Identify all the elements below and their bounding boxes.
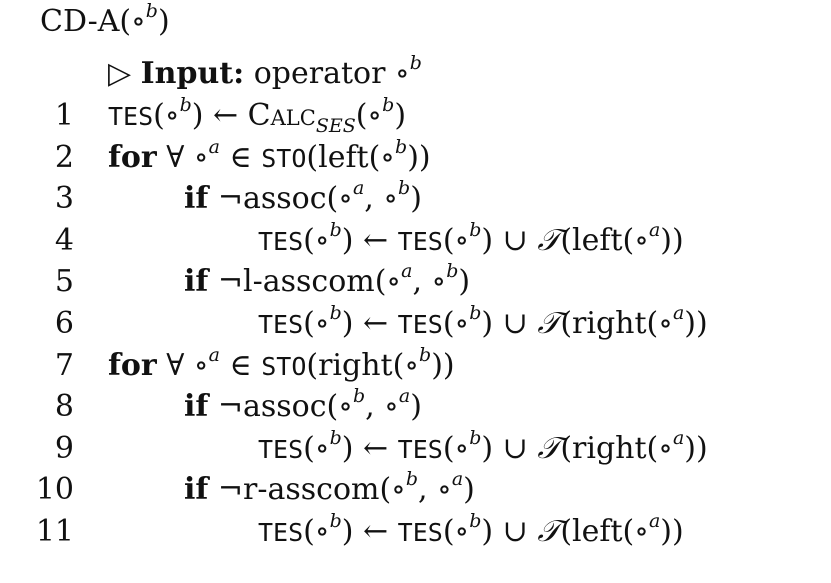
line-number: 7: [54, 348, 74, 383]
algo-line-6: 6 TES(∘b) ← TES(∘b) ∪ 𝒯(right(∘a)): [0, 304, 831, 344]
line-code: if ¬assoc(∘b, ∘a): [184, 385, 422, 425]
input-comment: ▷ Input: operator ∘b: [108, 52, 422, 92]
algorithm-block: CD-A(∘b) ▷ Input: operator ∘b 1 TES(∘b) …: [0, 0, 831, 583]
algo-line-11: 11 TES(∘b) ← TES(∘b) ∪ 𝒯(left(∘a)): [0, 512, 831, 552]
line-code: TES(∘b) ← TES(∘b) ∪ 𝒯(right(∘a)): [258, 302, 708, 342]
algo-line-7: 7 for ∀ ∘a ∈ STO(right(∘b)): [0, 346, 831, 386]
input-keyword: Input:: [140, 56, 245, 91]
line-number: 6: [54, 306, 74, 341]
algo-line-9: 9 TES(∘b) ← TES(∘b) ∪ 𝒯(right(∘a)): [0, 429, 831, 469]
line-code: for ∀ ∘a ∈ STO(right(∘b)): [108, 344, 455, 384]
algo-line-5: 5 if ¬l-asscom(∘a, ∘b): [0, 262, 831, 302]
algo-line-4: 4 TES(∘b) ← TES(∘b) ∪ 𝒯(left(∘a)): [0, 221, 831, 261]
algo-line-8: 8 if ¬assoc(∘b, ∘a): [0, 387, 831, 427]
algo-line-1: 1 TES(∘b) ← CalcSES(∘b): [0, 96, 831, 136]
algo-line-3: 3 if ¬assoc(∘a, ∘b): [0, 179, 831, 219]
algo-line-10: 10 if ¬r-asscom(∘b, ∘a): [0, 470, 831, 510]
line-code: TES(∘b) ← TES(∘b) ∪ 𝒯(right(∘a)): [258, 427, 708, 467]
line-number: 8: [54, 389, 74, 424]
line-number: 10: [35, 472, 74, 507]
line-code: if ¬assoc(∘a, ∘b): [184, 177, 422, 217]
line-code: TES(∘b) ← TES(∘b) ∪ 𝒯(left(∘a)): [258, 219, 684, 259]
algorithm-title: CD-A(∘b): [40, 0, 170, 40]
line-number: 11: [35, 514, 74, 549]
line-code: TES(∘b) ← CalcSES(∘b): [108, 94, 407, 137]
line-code: TES(∘b) ← TES(∘b) ∪ 𝒯(left(∘a)): [258, 510, 684, 550]
line-code: if ¬r-asscom(∘b, ∘a): [184, 468, 475, 508]
line-code: if ¬l-asscom(∘a, ∘b): [184, 260, 471, 300]
line-number: 1: [54, 98, 74, 133]
line-number: 2: [54, 140, 74, 175]
line-number: 9: [54, 431, 74, 466]
line-number: 5: [54, 264, 74, 299]
algo-line-2: 2 for ∀ ∘a ∈ STO(left(∘b)): [0, 138, 831, 178]
line-number: 3: [54, 181, 74, 216]
line-number: 4: [54, 223, 74, 258]
comment-triangle-icon: ▷: [108, 56, 132, 91]
line-code: for ∀ ∘a ∈ STO(left(∘b)): [108, 136, 431, 176]
